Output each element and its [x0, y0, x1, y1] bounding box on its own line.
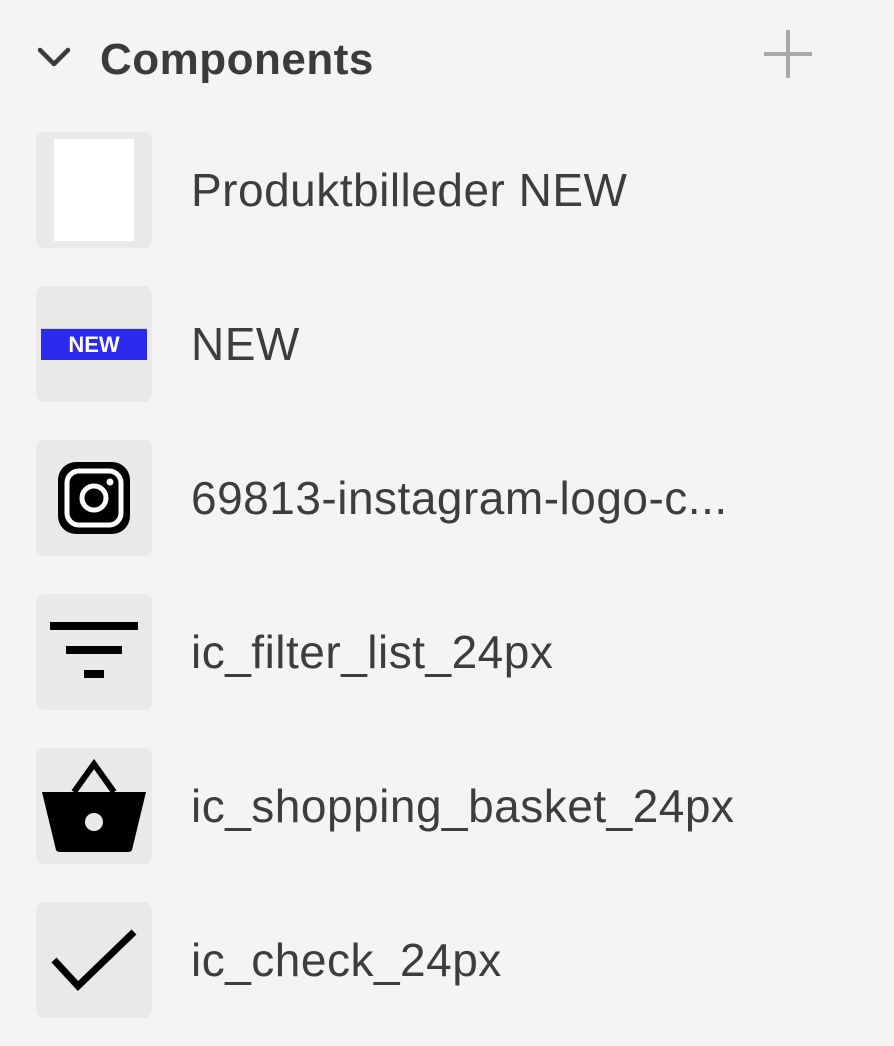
new-badge-text: NEW [68, 332, 120, 357]
component-thumbnail [36, 440, 152, 556]
chevron-down-icon[interactable] [36, 44, 72, 72]
new-badge-icon: NEW [41, 328, 147, 360]
component-thumbnail [36, 132, 152, 248]
component-item-instagram-logo[interactable]: 69813-instagram-logo-c... [0, 440, 894, 594]
component-item-new[interactable]: NEW NEW [0, 286, 894, 440]
component-label: NEW [191, 318, 300, 370]
component-thumbnail [36, 902, 152, 1018]
component-item-check[interactable]: ic_check_24px [0, 902, 894, 1046]
component-thumbnail [36, 594, 152, 710]
component-item-shopping-basket[interactable]: ic_shopping_basket_24px [0, 748, 894, 902]
component-label: Produktbilleder NEW [191, 164, 628, 216]
component-list: Produktbilleder NEW NEW NEW 69813-instag… [0, 132, 894, 1046]
component-thumbnail [36, 748, 152, 864]
component-item-produktbilleder-new[interactable]: Produktbilleder NEW [0, 132, 894, 286]
component-thumbnail: NEW [36, 286, 152, 402]
add-component-button[interactable] [758, 24, 818, 84]
filter-list-icon [50, 622, 138, 678]
shopping-basket-icon [42, 758, 146, 852]
component-label: 69813-instagram-logo-c... [191, 472, 728, 524]
components-panel: Components Produktbilleder NEW NEW NEW 6… [0, 0, 894, 1046]
instagram-icon [58, 462, 130, 534]
plus-icon [764, 30, 812, 78]
component-label: ic_filter_list_24px [191, 626, 554, 678]
component-label: ic_check_24px [191, 934, 502, 986]
blank-image-icon [54, 139, 134, 241]
components-section-header: Components [0, 0, 894, 118]
section-title[interactable]: Components [100, 30, 374, 90]
check-icon [51, 929, 137, 992]
component-label: ic_shopping_basket_24px [191, 780, 735, 832]
component-item-filter-list[interactable]: ic_filter_list_24px [0, 594, 894, 748]
